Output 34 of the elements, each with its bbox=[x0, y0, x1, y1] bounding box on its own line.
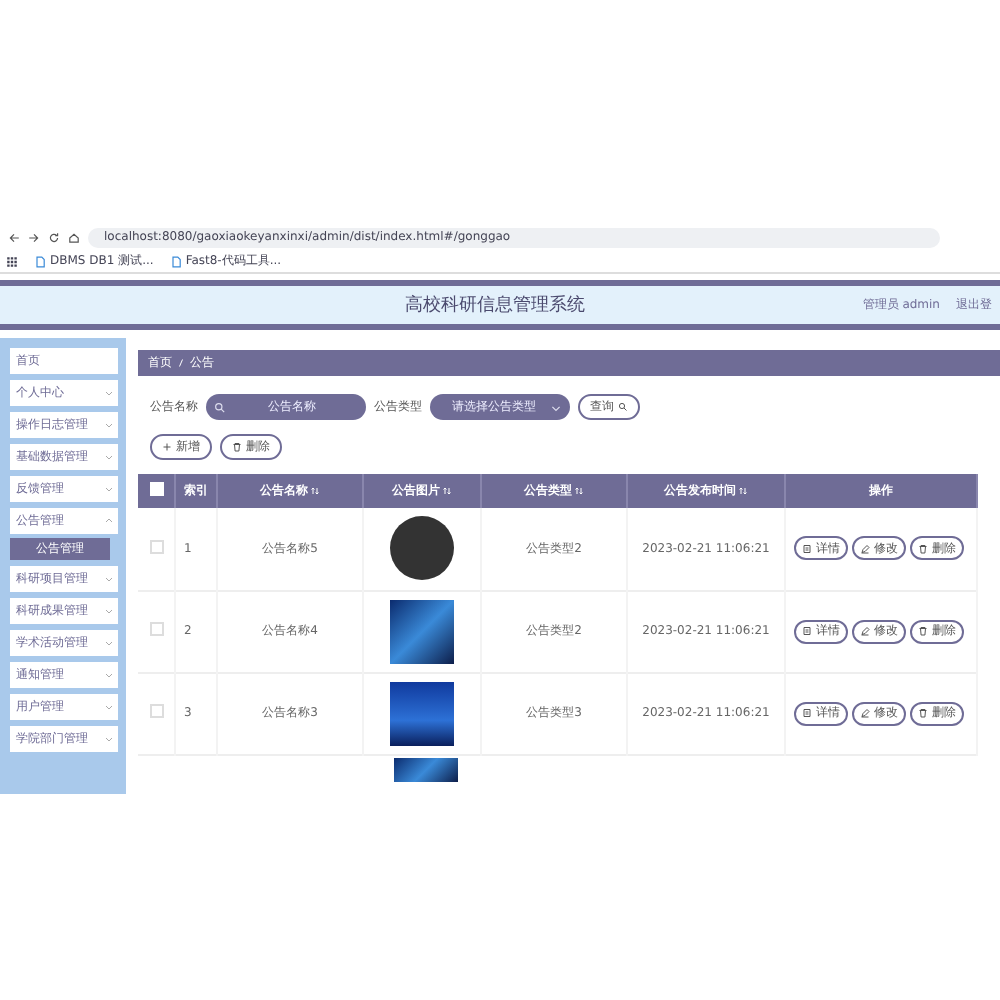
plus-icon bbox=[162, 442, 172, 452]
pencil-icon bbox=[860, 708, 870, 718]
home-icon[interactable] bbox=[68, 231, 80, 243]
trash-icon bbox=[918, 626, 928, 636]
row-checkbox[interactable] bbox=[149, 704, 163, 718]
document-icon bbox=[802, 626, 812, 636]
trash-icon bbox=[232, 442, 242, 452]
trash-icon bbox=[918, 708, 928, 718]
sort-icon[interactable] bbox=[574, 485, 584, 496]
system-title: 高校科研信息管理系统 bbox=[403, 293, 588, 318]
document-icon bbox=[802, 708, 812, 718]
photo-placeholder bbox=[390, 599, 454, 663]
search-icon bbox=[618, 402, 628, 412]
separator-icon bbox=[176, 358, 186, 368]
trash-icon bbox=[918, 543, 928, 554]
document-icon bbox=[802, 543, 812, 554]
photo-placeholder bbox=[390, 516, 454, 581]
photo-placeholder bbox=[394, 757, 458, 781]
forward-icon[interactable] bbox=[28, 231, 40, 243]
page-icon bbox=[169, 255, 182, 267]
page-icon bbox=[34, 255, 46, 267]
reload-icon[interactable] bbox=[48, 231, 60, 243]
row-checkbox[interactable] bbox=[149, 539, 163, 554]
sort-icon[interactable] bbox=[442, 485, 452, 496]
pencil-icon bbox=[860, 626, 870, 636]
caret-icon bbox=[550, 401, 562, 413]
sort-icon[interactable] bbox=[738, 485, 748, 496]
search-icon bbox=[214, 401, 226, 413]
row-checkbox[interactable] bbox=[149, 622, 163, 636]
sort-icon[interactable] bbox=[310, 485, 320, 496]
photo-placeholder bbox=[390, 681, 454, 745]
apps-icon[interactable] bbox=[6, 255, 18, 267]
back-icon[interactable] bbox=[8, 231, 20, 243]
pencil-icon bbox=[860, 543, 870, 554]
